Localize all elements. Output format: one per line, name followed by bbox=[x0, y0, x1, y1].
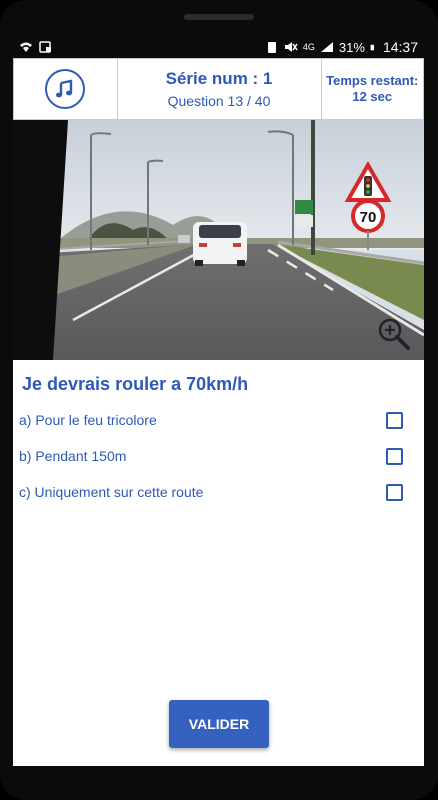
timer-label: Temps restant: bbox=[326, 73, 419, 88]
mute-icon bbox=[284, 42, 298, 52]
road-scene-image: 70 bbox=[13, 120, 424, 360]
question-text: Je devrais rouler a 70km/h bbox=[22, 374, 249, 394]
speaker-grill bbox=[184, 14, 254, 20]
phone-frame: 4G 31% 14:37 Série num : 1 Question 13 /… bbox=[0, 0, 438, 800]
timer-value: 12 sec bbox=[352, 89, 393, 104]
network-type: 4G bbox=[302, 42, 315, 52]
answer-c-checkbox[interactable] bbox=[386, 483, 403, 501]
series-info: Série num : 1 Question 13 / 40 bbox=[118, 59, 322, 119]
zoom-in-icon[interactable] bbox=[377, 317, 411, 351]
answer-a-label: a) Pour le feu tricolore bbox=[19, 412, 157, 428]
answer-a[interactable]: a) Pour le feu tricolore bbox=[19, 408, 409, 432]
question-photo[interactable]: 70 bbox=[13, 120, 424, 360]
status-bar: 4G 31% 14:37 bbox=[13, 36, 424, 58]
battery-icon bbox=[370, 44, 374, 51]
bottom-bezel bbox=[0, 778, 438, 800]
status-right: 4G 31% 14:37 bbox=[265, 39, 424, 55]
answer-c-label: c) Uniquement sur cette route bbox=[19, 484, 204, 500]
answer-b-checkbox[interactable] bbox=[386, 447, 403, 465]
answer-a-checkbox[interactable] bbox=[386, 411, 403, 429]
validate-button[interactable]: VALIDER bbox=[169, 700, 269, 748]
quiz-header: Série num : 1 Question 13 / 40 Temps res… bbox=[13, 58, 424, 120]
music-toggle[interactable] bbox=[14, 59, 118, 119]
series-title: Série num : 1 bbox=[165, 69, 273, 88]
status-left bbox=[13, 41, 53, 53]
question-progress: Question 13 / 40 bbox=[167, 93, 271, 109]
notification-icon bbox=[39, 41, 51, 53]
answer-b-label: b) Pendant 150m bbox=[19, 448, 127, 464]
app-screen: Série num : 1 Question 13 / 40 Temps res… bbox=[13, 58, 424, 766]
answer-b[interactable]: b) Pendant 150m bbox=[19, 444, 409, 468]
battery-saver-icon bbox=[267, 42, 276, 53]
answer-c[interactable]: c) Uniquement sur cette route bbox=[19, 480, 409, 504]
battery-percent: 31% bbox=[338, 39, 365, 55]
music-button[interactable] bbox=[45, 69, 86, 109]
speed-sign-value: 70 bbox=[360, 209, 377, 226]
wifi-icon bbox=[20, 42, 32, 52]
clock: 14:37 bbox=[382, 39, 418, 55]
music-note-icon bbox=[56, 79, 73, 98]
signal-icon bbox=[320, 42, 333, 52]
timer: Temps restant: 12 sec bbox=[322, 59, 424, 119]
